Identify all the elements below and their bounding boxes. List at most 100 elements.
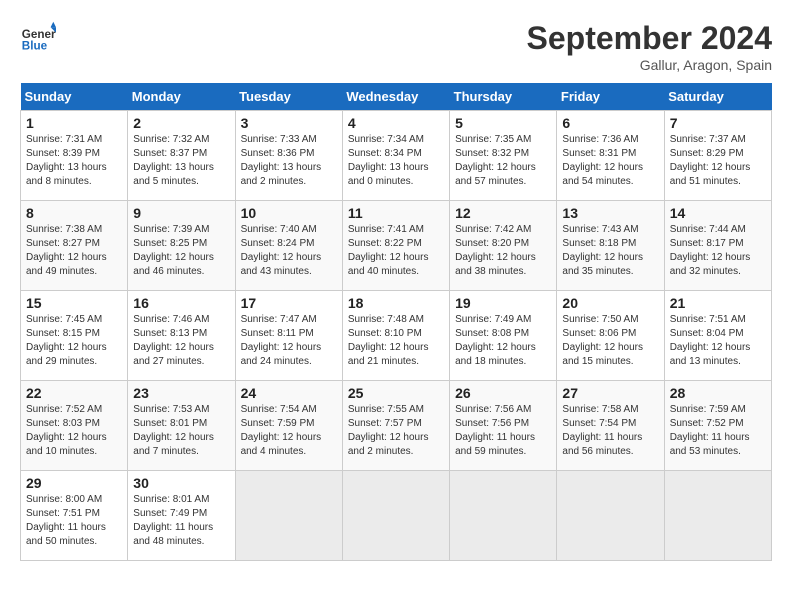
day-info: Sunrise: 7:50 AMSunset: 8:06 PMDaylight:… (562, 313, 658, 369)
day-info: Sunrise: 7:42 AMSunset: 8:20 PMDaylight:… (455, 223, 551, 279)
day-number: 2 (133, 115, 229, 131)
day-info: Sunrise: 8:01 AMSunset: 7:49 PMDaylight:… (133, 493, 229, 549)
calendar-cell: 17Sunrise: 7:47 AMSunset: 8:11 PMDayligh… (235, 291, 342, 381)
calendar-cell: 27 Sunrise: 7:58 AMSunset: 7:54 PMDayligh… (557, 381, 664, 471)
day-number: 30 (133, 475, 229, 491)
day-info: Sunrise: 7:53 AMSunset: 8:01 PMDaylight:… (133, 403, 229, 459)
calendar-cell: 29 Sunrise: 8:00 AMSunset: 7:51 PMDayligh… (21, 471, 128, 561)
logo-icon: General Blue (20, 20, 56, 56)
calendar-cell: 22 Sunrise: 7:52 AMSunset: 8:03 PMDayligh… (21, 381, 128, 471)
day-info: Sunrise: 7:52 AMSunset: 8:03 PMDaylight:… (26, 403, 122, 459)
calendar-week-row: 8Sunrise: 7:38 AMSunset: 8:27 PMDaylight… (21, 201, 772, 291)
day-number: 16 (133, 295, 229, 311)
calendar-cell: 24Sunrise: 7:54 AMSunset: 7:59 PMDayligh… (235, 381, 342, 471)
day-number: 28 (670, 385, 766, 401)
day-number: 15 (26, 295, 122, 311)
day-number: 21 (670, 295, 766, 311)
day-info: Sunrise: 7:33 AMSunset: 8:36 PMDaylight:… (241, 133, 337, 189)
day-info: Sunrise: 7:39 AMSunset: 8:25 PMDaylight:… (133, 223, 229, 279)
calendar-cell (342, 471, 449, 561)
day-number: 7 (670, 115, 766, 131)
day-info: Sunrise: 7:40 AMSunset: 8:24 PMDaylight:… (241, 223, 337, 279)
day-info: Sunrise: 7:38 AMSunset: 8:27 PMDaylight:… (26, 223, 122, 279)
calendar-week-row: 15 Sunrise: 7:45 AMSunset: 8:15 PMDayligh… (21, 291, 772, 381)
calendar-cell: 25 Sunrise: 7:55 AMSunset: 7:57 PMDayligh… (342, 381, 449, 471)
month-title: September 2024 (527, 20, 772, 57)
title-area: September 2024 Gallur, Aragon, Spain (527, 20, 772, 73)
day-info: Sunrise: 7:58 AMSunset: 7:54 PMDaylight:… (562, 403, 658, 459)
calendar-cell: 5 Sunrise: 7:35 AMSunset: 8:32 PMDaylight… (450, 111, 557, 201)
calendar-cell: 7 Sunrise: 7:37 AMSunset: 8:29 PMDaylight… (664, 111, 771, 201)
calendar-week-row: 1 Sunrise: 7:31 AMSunset: 8:39 PMDaylight… (21, 111, 772, 201)
day-info: Sunrise: 8:00 AMSunset: 7:51 PMDaylight:… (26, 493, 122, 549)
day-info: Sunrise: 7:37 AMSunset: 8:29 PMDaylight:… (670, 133, 766, 189)
calendar-cell: 16 Sunrise: 7:46 AMSunset: 8:13 PMDayligh… (128, 291, 235, 381)
col-monday: Monday (128, 83, 235, 111)
col-saturday: Saturday (664, 83, 771, 111)
calendar-cell: 11Sunrise: 7:41 AMSunset: 8:22 PMDayligh… (342, 201, 449, 291)
day-info: Sunrise: 7:46 AMSunset: 8:13 PMDaylight:… (133, 313, 229, 369)
calendar-cell: 21 Sunrise: 7:51 AMSunset: 8:04 PMDayligh… (664, 291, 771, 381)
day-number: 18 (348, 295, 444, 311)
calendar-cell: 10 Sunrise: 7:40 AMSunset: 8:24 PMDayligh… (235, 201, 342, 291)
col-thursday: Thursday (450, 83, 557, 111)
calendar-cell: 4 Sunrise: 7:34 AMSunset: 8:34 PMDaylight… (342, 111, 449, 201)
day-number: 1 (26, 115, 122, 131)
calendar-cell (557, 471, 664, 561)
calendar-cell: 18 Sunrise: 7:48 AMSunset: 8:10 PMDayligh… (342, 291, 449, 381)
calendar-cell (450, 471, 557, 561)
day-number: 23 (133, 385, 229, 401)
day-number: 29 (26, 475, 122, 491)
day-info: Sunrise: 7:35 AMSunset: 8:32 PMDaylight:… (455, 133, 551, 189)
day-info: Sunrise: 7:51 AMSunset: 8:04 PMDaylight:… (670, 313, 766, 369)
calendar-cell: 8Sunrise: 7:38 AMSunset: 8:27 PMDaylight… (21, 201, 128, 291)
calendar-cell: 23 Sunrise: 7:53 AMSunset: 8:01 PMDayligh… (128, 381, 235, 471)
calendar-cell: 26 Sunrise: 7:56 AMSunset: 7:56 PMDayligh… (450, 381, 557, 471)
calendar-cell: 19Sunrise: 7:49 AMSunset: 8:08 PMDayligh… (450, 291, 557, 381)
day-info: Sunrise: 7:32 AMSunset: 8:37 PMDaylight:… (133, 133, 229, 189)
calendar-week-row: 29 Sunrise: 8:00 AMSunset: 7:51 PMDayligh… (21, 471, 772, 561)
calendar-cell: 6Sunrise: 7:36 AMSunset: 8:31 PMDaylight… (557, 111, 664, 201)
day-number: 22 (26, 385, 122, 401)
day-number: 10 (241, 205, 337, 221)
calendar-cell: 13Sunrise: 7:43 AMSunset: 8:18 PMDayligh… (557, 201, 664, 291)
day-number: 6 (562, 115, 658, 131)
calendar-cell: 30 Sunrise: 8:01 AMSunset: 7:49 PMDayligh… (128, 471, 235, 561)
col-tuesday: Tuesday (235, 83, 342, 111)
day-number: 26 (455, 385, 551, 401)
calendar-header-row: Sunday Monday Tuesday Wednesday Thursday… (21, 83, 772, 111)
day-info: Sunrise: 7:56 AMSunset: 7:56 PMDaylight:… (455, 403, 551, 459)
calendar-table: Sunday Monday Tuesday Wednesday Thursday… (20, 83, 772, 561)
svg-text:Blue: Blue (22, 40, 48, 53)
logo: General Blue (20, 20, 56, 56)
page-header: General Blue September 2024 Gallur, Arag… (20, 20, 772, 73)
day-number: 13 (562, 205, 658, 221)
day-number: 11 (348, 205, 444, 221)
day-number: 25 (348, 385, 444, 401)
day-number: 9 (133, 205, 229, 221)
calendar-cell: 14Sunrise: 7:44 AMSunset: 8:17 PMDayligh… (664, 201, 771, 291)
calendar-cell: 20 Sunrise: 7:50 AMSunset: 8:06 PMDayligh… (557, 291, 664, 381)
day-info: Sunrise: 7:48 AMSunset: 8:10 PMDaylight:… (348, 313, 444, 369)
day-info: Sunrise: 7:31 AMSunset: 8:39 PMDaylight:… (26, 133, 122, 189)
calendar-cell (235, 471, 342, 561)
calendar-cell: 15 Sunrise: 7:45 AMSunset: 8:15 PMDayligh… (21, 291, 128, 381)
calendar-cell: 3Sunrise: 7:33 AMSunset: 8:36 PMDaylight… (235, 111, 342, 201)
day-info: Sunrise: 7:34 AMSunset: 8:34 PMDaylight:… (348, 133, 444, 189)
day-info: Sunrise: 7:47 AMSunset: 8:11 PMDaylight:… (241, 313, 337, 369)
col-sunday: Sunday (21, 83, 128, 111)
calendar-body: 1 Sunrise: 7:31 AMSunset: 8:39 PMDaylight… (21, 111, 772, 561)
col-friday: Friday (557, 83, 664, 111)
day-number: 20 (562, 295, 658, 311)
day-number: 5 (455, 115, 551, 131)
day-info: Sunrise: 7:44 AMSunset: 8:17 PMDaylight:… (670, 223, 766, 279)
col-wednesday: Wednesday (342, 83, 449, 111)
calendar-cell: 1 Sunrise: 7:31 AMSunset: 8:39 PMDaylight… (21, 111, 128, 201)
day-number: 27 (562, 385, 658, 401)
day-info: Sunrise: 7:55 AMSunset: 7:57 PMDaylight:… (348, 403, 444, 459)
location: Gallur, Aragon, Spain (527, 57, 772, 73)
calendar-cell: 28Sunrise: 7:59 AMSunset: 7:52 PMDayligh… (664, 381, 771, 471)
day-info: Sunrise: 7:45 AMSunset: 8:15 PMDaylight:… (26, 313, 122, 369)
calendar-cell (664, 471, 771, 561)
day-number: 4 (348, 115, 444, 131)
